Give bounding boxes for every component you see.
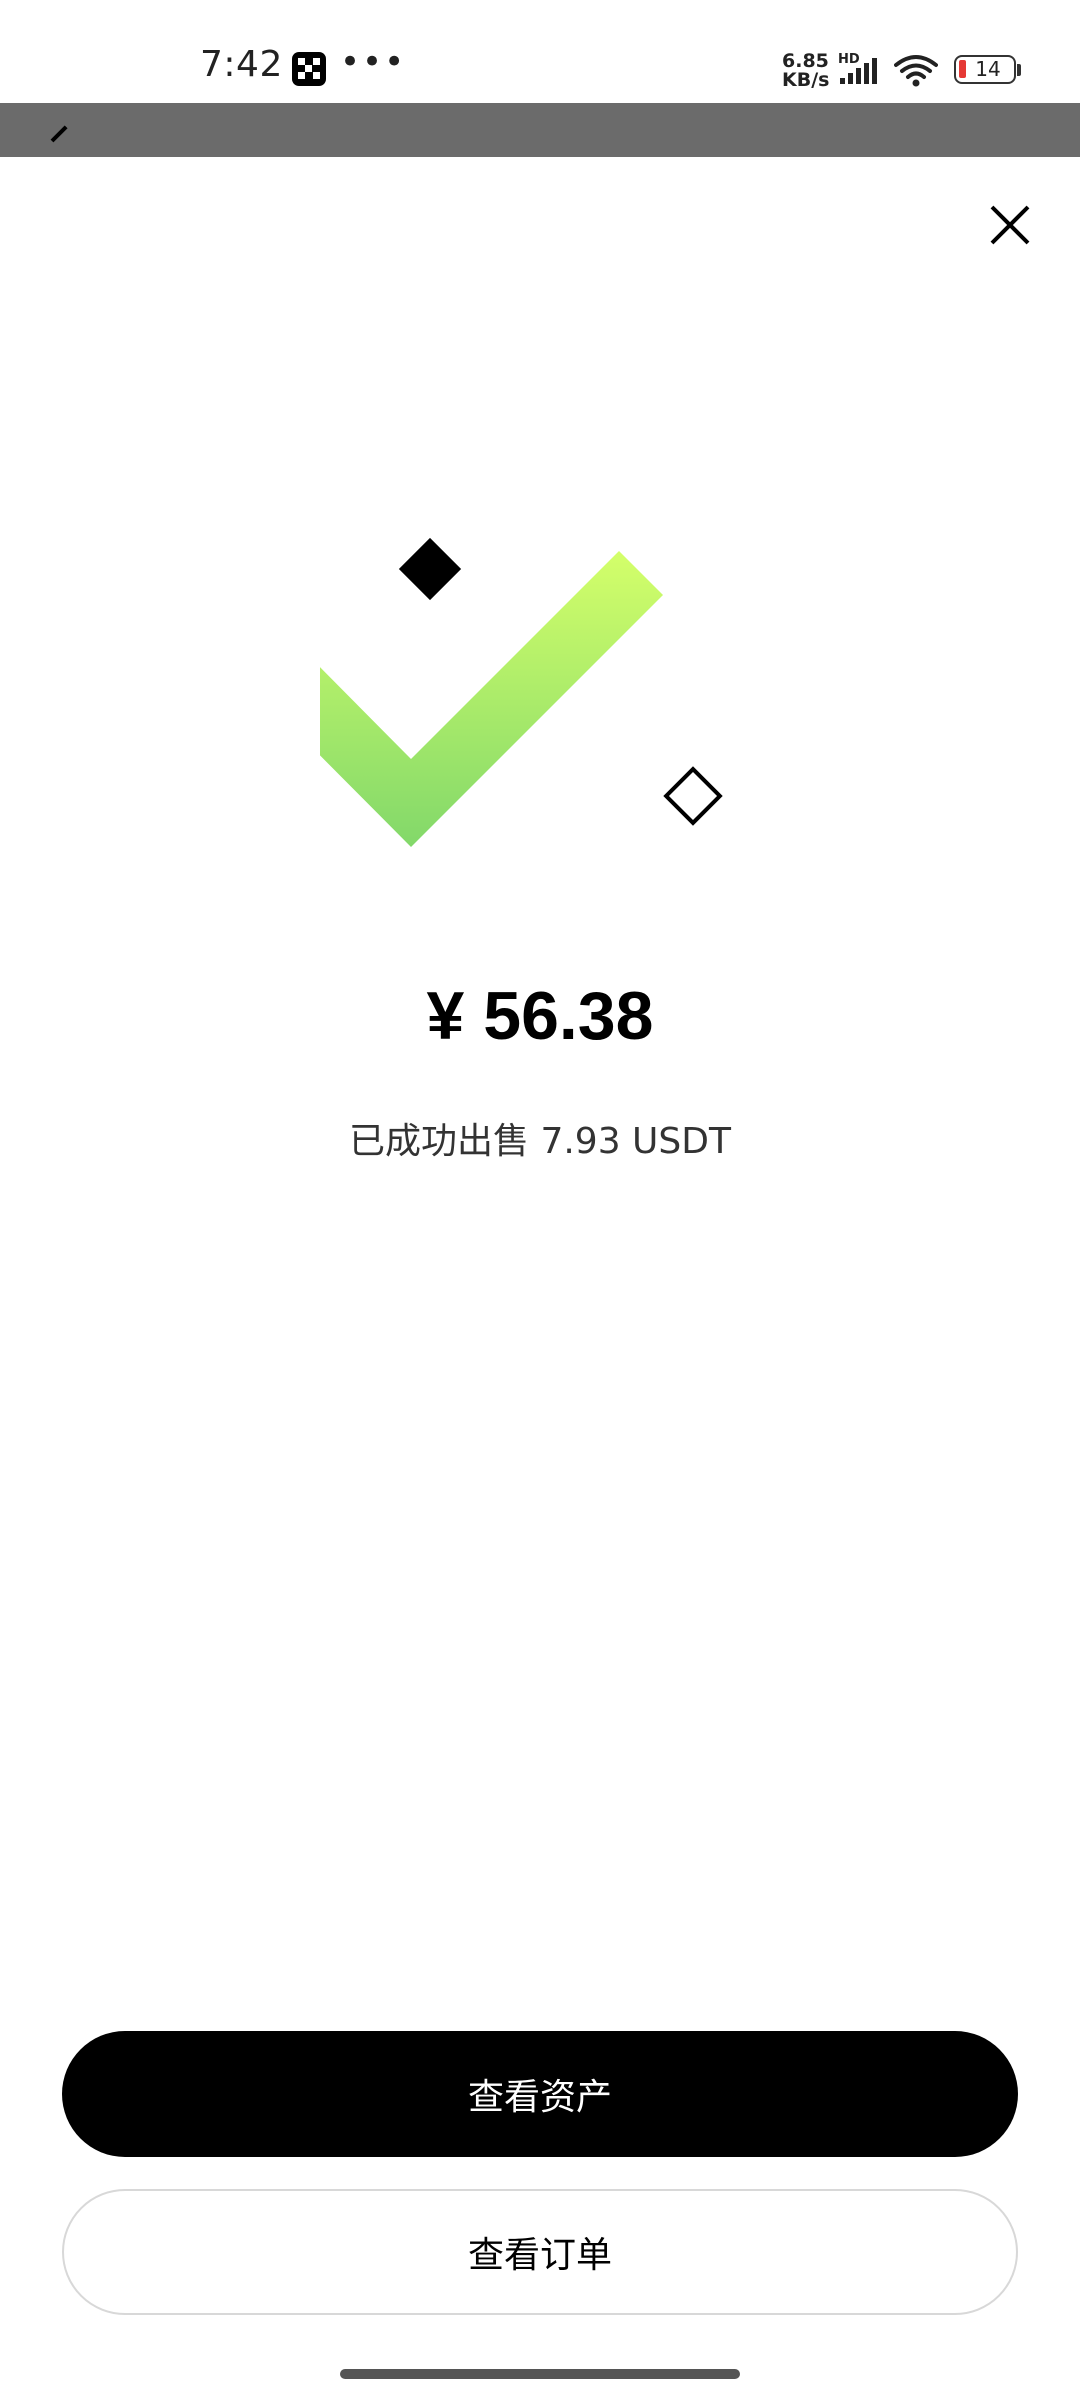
network-speed: 6.85 KB/s xyxy=(782,52,836,90)
status-bar: 7:42 ••• 6.85 KB/s HD 14 xyxy=(0,0,1080,103)
checkmark-icon xyxy=(320,537,723,847)
view-orders-button[interactable]: 查看订单 xyxy=(62,2189,1018,2315)
back-arrow-icon xyxy=(50,125,68,143)
wifi-icon xyxy=(894,55,938,87)
battery-tip xyxy=(1017,64,1021,76)
success-sheet: ¥ 56.38 已成功出售 7.93 USDT 查看资产 查看订单 xyxy=(0,157,1080,2400)
battery-level-fill xyxy=(959,60,966,78)
sale-amount: ¥ 56.38 xyxy=(426,978,654,1054)
decor-filled-diamond xyxy=(398,537,462,601)
home-indicator[interactable] xyxy=(340,2369,740,2379)
decor-outline-diamond xyxy=(663,766,723,826)
underlying-page-overlay xyxy=(0,103,1080,157)
battery-icon: 14 xyxy=(954,55,1016,84)
more-notifications-icon: ••• xyxy=(340,42,407,82)
okx-app-icon xyxy=(292,52,326,86)
checkmark-shape xyxy=(320,551,663,847)
sold-confirmation-text: 已成功出售 7.93 USDT xyxy=(349,1121,731,1162)
close-icon[interactable] xyxy=(980,195,1040,255)
network-speed-unit: KB/s xyxy=(782,69,830,91)
signal-icon: HD xyxy=(838,52,884,86)
battery-level-text: 14 xyxy=(975,57,1001,81)
view-assets-button[interactable]: 查看资产 xyxy=(62,2031,1018,2157)
status-time: 7:42 xyxy=(200,44,283,85)
